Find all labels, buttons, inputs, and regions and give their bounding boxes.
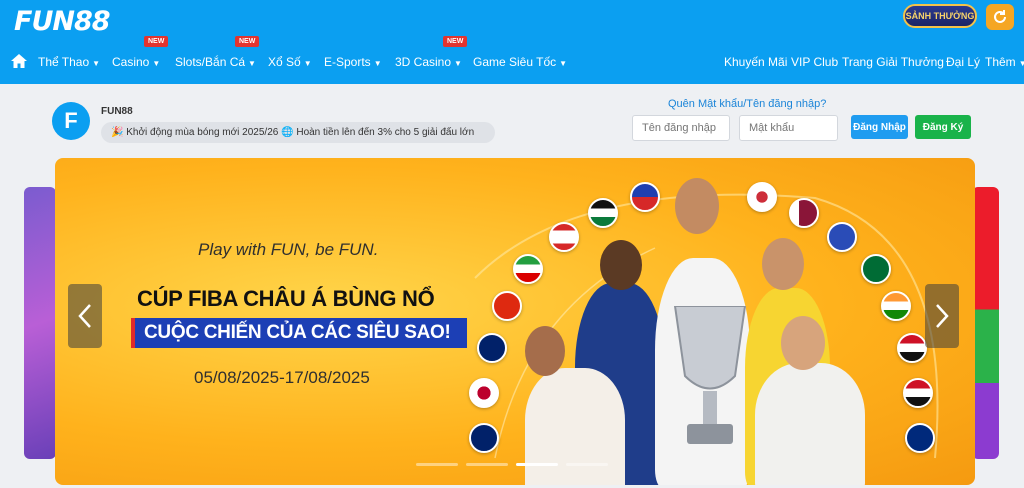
flag-australia-icon [469, 423, 499, 453]
flag-japan-icon [469, 378, 499, 408]
flag-new-zealand-icon [477, 333, 507, 363]
nav-label: 3D Casino [395, 55, 452, 69]
nav-label: Slots/Bắn Cá [175, 55, 246, 69]
next-slide-button[interactable] [925, 284, 959, 348]
chevron-down-icon: ▼ [454, 59, 462, 68]
flag-iran-icon [513, 254, 543, 284]
nav-more[interactable]: Thêm ▼ [985, 50, 1024, 74]
nav-label: Casino [112, 55, 150, 69]
nav-casino[interactable]: NEW Casino ▼ [112, 36, 169, 74]
slide-dot-2[interactable] [466, 463, 508, 466]
flag-saudi-arabia-icon [861, 254, 891, 284]
chevron-down-icon: ▼ [559, 59, 568, 68]
banner-headline: CÚP FIBA CHÂU Á BÙNG NỔ [137, 286, 435, 311]
prev-slide-button[interactable] [68, 284, 102, 348]
nav-label: Thêm [985, 55, 1016, 69]
fun88-logo[interactable]: FUN88 [14, 6, 111, 37]
slide-dot-3[interactable] [516, 463, 558, 466]
nav-vip-club[interactable]: VIP Club [791, 50, 838, 74]
nav-label: Xổ Số [268, 55, 301, 69]
chevron-down-icon: ▼ [303, 59, 312, 68]
new-badge: NEW [144, 36, 169, 47]
chevron-down-icon: ▼ [152, 59, 161, 68]
refresh-button[interactable] [986, 4, 1014, 30]
flag-guam-icon [905, 423, 935, 453]
nav-fast-games[interactable]: Game Siêu Tốc ▼ [473, 50, 567, 74]
chevron-right-icon [936, 304, 949, 328]
nav-label: Game Siêu Tốc [473, 55, 557, 69]
flag-chinese-taipei-icon [827, 222, 857, 252]
main-nav: Thể Thao ▼ NEW Casino ▼ NEW Slots/Bắn Cá ▼ … [0, 36, 1024, 74]
next-slide-preview[interactable] [972, 187, 999, 459]
nav-agent[interactable]: Đại Lý [946, 50, 980, 74]
flag-philippines-icon [630, 182, 660, 212]
reward-lobby-button[interactable]: SẢNH THƯỞNG [903, 4, 977, 28]
new-badge: NEW [443, 36, 468, 47]
nav-label: E-Sports [324, 55, 371, 69]
player-figure [525, 368, 625, 485]
player-head [781, 316, 825, 370]
refresh-icon [994, 10, 1006, 23]
chevron-down-icon: ▼ [248, 59, 256, 68]
password-input[interactable] [739, 115, 838, 141]
chevron-down-icon: ▼ [92, 59, 101, 68]
banner-tagline: Play with FUN, be FUN. [198, 240, 379, 259]
nav-slots[interactable]: NEW Slots/Bắn Cá ▼ [175, 36, 260, 74]
chevron-down-icon: ▼ [373, 59, 382, 68]
slide-dot-4[interactable] [566, 463, 608, 466]
login-button[interactable]: Đăng Nhập [851, 115, 908, 139]
top-header: FUN88 SẢNH THƯỞNG Thể Thao ▼ NEW Casino ▼ … [0, 0, 1024, 84]
prev-slide-preview[interactable] [24, 187, 56, 459]
flag-china-icon [492, 291, 522, 321]
flag-india-icon [881, 291, 911, 321]
chevron-down-icon: ▼ [1018, 59, 1024, 68]
nav-label: Thể Thao [38, 55, 90, 69]
banner-subheadline: CUỘC CHIẾN CỦA CÁC SIÊU SAO! [131, 318, 467, 348]
nav-sports[interactable]: Thể Thao ▼ [38, 50, 100, 74]
announcement-marquee[interactable]: 🎉 Khởi động mùa bóng mới 2025/26 🌐 Hoàn … [101, 122, 495, 143]
banner-dates: 05/08/2025-17/08/2025 [194, 368, 370, 387]
flag-qatar-icon [789, 198, 819, 228]
nav-rewards[interactable]: Trang Giải Thưởng [842, 50, 944, 74]
flag-lebanon-icon [549, 222, 579, 252]
nav-lottery[interactable]: Xổ Số ▼ [268, 50, 312, 74]
player-figure [755, 363, 865, 485]
nav-3d-casino[interactable]: NEW 3D Casino ▼ [395, 36, 468, 74]
forgot-password-link[interactable]: Quên Mật khẩu/Tên đăng nhập? [668, 98, 826, 110]
chevron-left-icon [78, 304, 91, 328]
username-input[interactable] [632, 115, 730, 141]
player-head [525, 326, 565, 376]
flag-jordan-icon [588, 198, 618, 228]
nav-promotions[interactable]: Khuyến Mãi [724, 50, 787, 74]
register-button[interactable]: Đăng Ký [915, 115, 971, 139]
brand-avatar: F [52, 102, 90, 140]
trophy-image [673, 306, 747, 444]
flag-iraq-icon [903, 378, 933, 408]
player-head [675, 178, 719, 234]
brand-name: FUN88 [101, 106, 133, 117]
new-badge: NEW [235, 36, 260, 47]
flag-syria-icon [897, 333, 927, 363]
nav-esports[interactable]: E-Sports ▼ [324, 50, 382, 74]
player-head [762, 238, 804, 290]
player-head [600, 240, 642, 290]
flag-korea-icon [747, 182, 777, 212]
slide-dot-1[interactable] [416, 463, 458, 466]
